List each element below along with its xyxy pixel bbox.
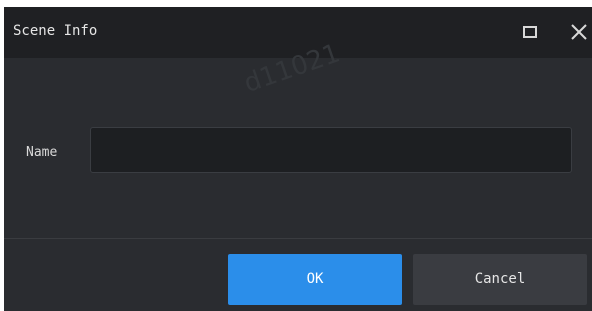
cancel-button[interactable]: Cancel [413, 254, 587, 305]
name-label: Name [26, 145, 58, 160]
close-icon[interactable] [567, 18, 591, 46]
dialog-title: Scene Info [13, 23, 98, 39]
ok-button[interactable]: OK [228, 254, 402, 305]
scene-info-dialog: Scene Info d11021 Name OK Cancel [4, 7, 592, 311]
maximize-icon[interactable] [523, 26, 537, 38]
name-input[interactable] [90, 127, 572, 173]
footer-divider [4, 238, 592, 239]
